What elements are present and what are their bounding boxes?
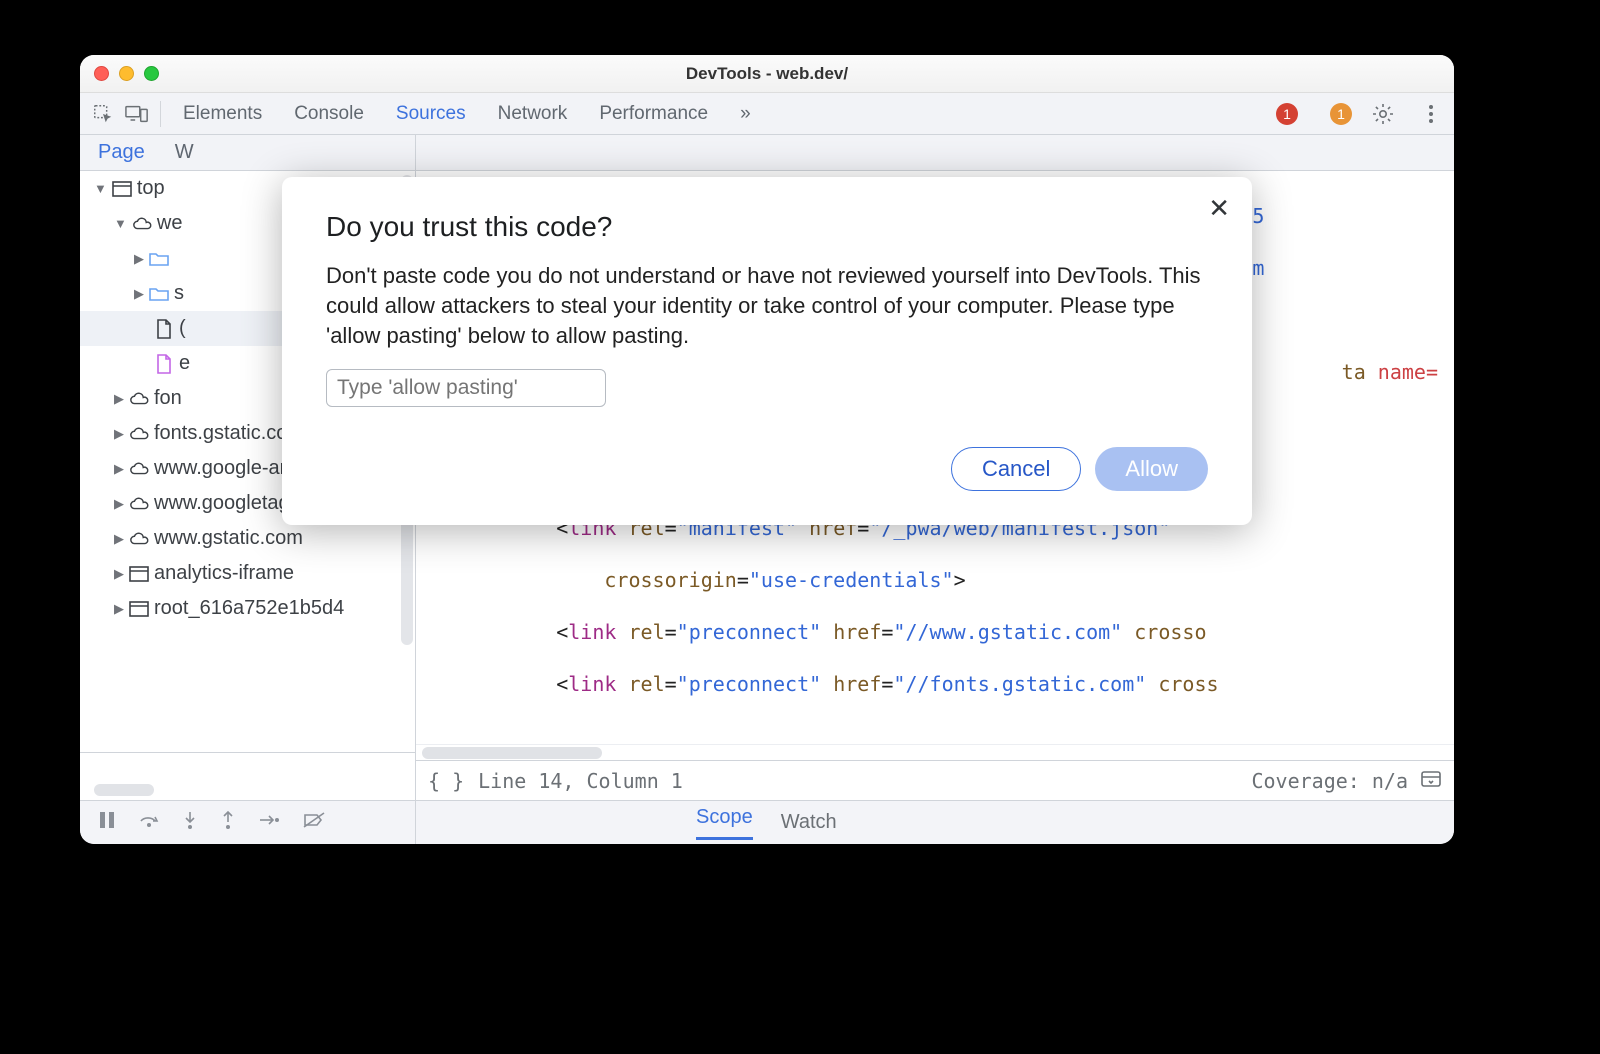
chevron-right-icon[interactable]: ▶ [114, 496, 124, 512]
gear-icon[interactable] [1370, 101, 1396, 127]
tab-console[interactable]: Console [292, 103, 366, 125]
allow-pasting-input[interactable] [326, 369, 606, 407]
chevron-right-icon[interactable]: ▶ [114, 461, 124, 477]
editor-status-bar: { } Line 14, Column 1 Coverage: n/a [416, 760, 1454, 800]
chevron-right-icon[interactable]: ▶ [134, 286, 144, 302]
trust-code-dialog: ✕ Do you trust this code? Don't paste co… [282, 177, 1252, 525]
traffic-lights [94, 66, 159, 81]
devtools-window: DevTools - web.dev/ Elements Console Sou… [80, 55, 1454, 844]
dialog-title: Do you trust this code? [326, 211, 1208, 243]
coverage-status: Coverage: n/a [1251, 769, 1408, 793]
minimize-window-button[interactable] [119, 66, 134, 81]
file-icon [154, 354, 174, 374]
tree-label: www.gstatic.com [154, 527, 303, 550]
tabs-overflow-button[interactable]: » [738, 103, 753, 125]
scrollbar-thumb[interactable] [422, 747, 602, 759]
step-icon[interactable] [258, 812, 280, 833]
inspect-icon[interactable] [90, 101, 116, 127]
scrollbar-thumb[interactable] [94, 784, 154, 796]
window-title: DevTools - web.dev/ [80, 64, 1454, 84]
debug-tab-scope[interactable]: Scope [696, 806, 753, 840]
tree-label: analytics-iframe [154, 562, 294, 585]
chevron-right-icon[interactable]: ▶ [134, 251, 144, 267]
zoom-window-button[interactable] [144, 66, 159, 81]
close-icon[interactable]: ✕ [1208, 193, 1230, 224]
kebab-icon[interactable] [1418, 101, 1444, 127]
allow-button[interactable]: Allow [1095, 447, 1208, 491]
step-into-icon[interactable] [182, 810, 198, 835]
debugger-controls [80, 801, 416, 844]
dialog-body: Don't paste code you do not understand o… [326, 261, 1208, 351]
chevron-right-icon[interactable]: ▶ [114, 601, 124, 617]
navigator-tabs: Page W [80, 135, 415, 171]
debug-tab-watch[interactable]: Watch [781, 811, 837, 834]
tree-label: root_616a752e1b5d4 [154, 597, 344, 620]
hide-details-icon[interactable] [1420, 768, 1442, 793]
tree-label: we [157, 212, 183, 235]
frame-icon [112, 179, 132, 199]
tree-item-frame: ▶ analytics-iframe [80, 556, 415, 591]
file-icon [154, 319, 174, 339]
cursor-position: Line 14, Column 1 [478, 769, 683, 793]
separator [160, 101, 161, 127]
chevron-down-icon[interactable]: ▼ [114, 216, 127, 231]
tree-label: fon [154, 387, 182, 410]
cloud-icon [129, 424, 149, 444]
sidebar-scrollbar-track [80, 752, 415, 800]
cancel-button[interactable]: Cancel [951, 447, 1081, 491]
tree-label: top [137, 177, 165, 200]
error-count: 1 [1283, 106, 1291, 122]
cloud-icon [129, 389, 149, 409]
tree-label: s [174, 282, 184, 305]
tab-elements[interactable]: Elements [181, 103, 264, 125]
devtools-tabs: Elements Console Sources Network Perform… [80, 93, 1454, 135]
tab-performance[interactable]: Performance [597, 103, 710, 125]
device-toggle-icon[interactable] [124, 101, 150, 127]
cloud-icon [129, 494, 149, 514]
warning-badge[interactable]: 1 [1330, 103, 1352, 125]
editor-horizontal-scrollbar-track [416, 744, 1454, 760]
tree-label: e [179, 352, 190, 375]
frame-icon [129, 599, 149, 619]
step-over-icon[interactable] [138, 811, 160, 834]
frame-icon [129, 564, 149, 584]
deactivate-breakpoints-icon[interactable] [302, 811, 326, 834]
chevron-down-icon[interactable]: ▼ [94, 181, 107, 196]
error-badge[interactable]: 1 [1276, 103, 1298, 125]
chevron-right-icon[interactable]: ▶ [114, 426, 124, 442]
navigator-tab-page[interactable]: Page [98, 141, 145, 164]
close-window-button[interactable] [94, 66, 109, 81]
cloud-icon [132, 214, 152, 234]
folder-icon [149, 249, 169, 269]
chevron-right-icon[interactable]: ▶ [114, 566, 124, 582]
chevron-right-icon[interactable]: ▶ [114, 391, 124, 407]
tree-item-frame: ▶ root_616a752e1b5d4 [80, 591, 415, 626]
editor-tabs [416, 135, 1454, 171]
cloud-icon [129, 529, 149, 549]
debugger-bar: Scope Watch [80, 800, 1454, 844]
warning-count: 1 [1337, 106, 1345, 122]
format-icon[interactable]: { } [428, 769, 464, 793]
titlebar: DevTools - web.dev/ [80, 55, 1454, 93]
folder-icon [149, 284, 169, 304]
pause-icon[interactable] [98, 810, 116, 835]
tree-label: ( [179, 317, 186, 340]
tab-sources[interactable]: Sources [394, 103, 468, 125]
chevron-right-icon[interactable]: ▶ [114, 531, 124, 547]
tab-network[interactable]: Network [496, 103, 570, 125]
cloud-icon [129, 459, 149, 479]
navigator-tab-workspace[interactable]: W [175, 141, 194, 164]
tree-item-domain: ▶ www.gstatic.com [80, 521, 415, 556]
step-out-icon[interactable] [220, 810, 236, 835]
